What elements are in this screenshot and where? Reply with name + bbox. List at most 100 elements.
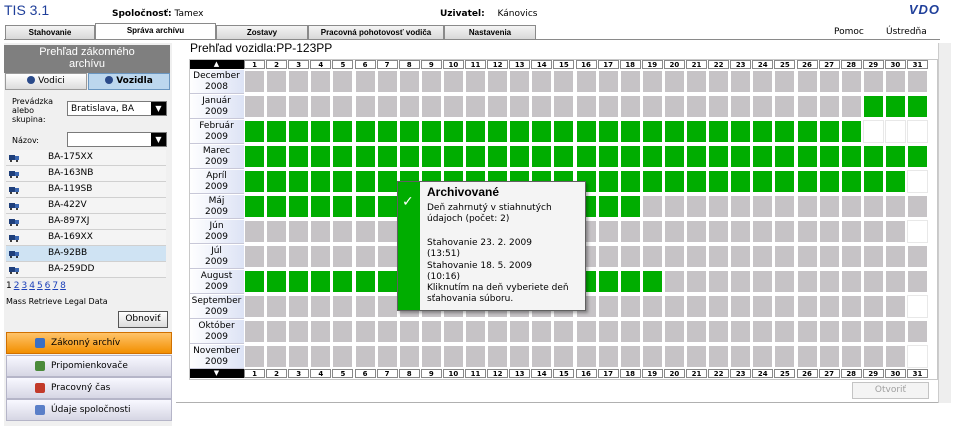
archived-day-cell[interactable] xyxy=(376,145,398,168)
day-cell[interactable] xyxy=(420,345,442,368)
archived-day-cell[interactable] xyxy=(686,120,707,143)
day-cell[interactable] xyxy=(442,345,464,368)
day-cell[interactable] xyxy=(818,345,840,368)
day-cell[interactable] xyxy=(818,195,840,218)
day-cell[interactable] xyxy=(266,95,288,118)
day-cell[interactable] xyxy=(862,295,884,318)
day-cell[interactable] xyxy=(708,95,730,118)
tab-nastavenia[interactable]: Nastavenia xyxy=(444,25,536,39)
day-cell[interactable] xyxy=(266,220,288,243)
day-cell[interactable] xyxy=(774,70,796,93)
archived-day-cell[interactable] xyxy=(752,145,774,168)
day-cell[interactable] xyxy=(686,295,707,318)
day-cell[interactable] xyxy=(487,70,509,93)
archived-day-cell[interactable] xyxy=(310,120,332,143)
day-cell[interactable] xyxy=(420,95,442,118)
archived-day-cell[interactable] xyxy=(266,195,288,218)
archived-day-cell[interactable] xyxy=(332,120,354,143)
day-cell[interactable] xyxy=(288,220,310,243)
day-cell[interactable] xyxy=(244,295,265,318)
archived-day-cell[interactable] xyxy=(332,145,354,168)
archived-day-cell[interactable] xyxy=(619,270,641,293)
day-cell[interactable] xyxy=(774,95,796,118)
vehicle-list-item[interactable]: BA-259DD xyxy=(6,262,166,278)
day-cell[interactable] xyxy=(575,320,597,343)
day-cell[interactable] xyxy=(663,195,685,218)
archived-day-cell[interactable] xyxy=(884,95,906,118)
open-button[interactable]: Otvoriť xyxy=(852,382,929,399)
page-link[interactable]: 3 xyxy=(21,281,27,291)
day-cell[interactable] xyxy=(774,245,796,268)
archived-day-cell[interactable] xyxy=(310,195,332,218)
day-cell[interactable] xyxy=(686,220,707,243)
day-cell[interactable] xyxy=(398,320,420,343)
day-cell[interactable] xyxy=(686,320,707,343)
day-cell[interactable] xyxy=(708,345,730,368)
day-cell[interactable] xyxy=(442,70,464,93)
archived-day-cell[interactable] xyxy=(266,145,288,168)
day-cell[interactable] xyxy=(465,345,486,368)
archived-day-cell[interactable] xyxy=(465,120,486,143)
day-cell[interactable] xyxy=(332,245,354,268)
day-cell[interactable] xyxy=(708,320,730,343)
archived-day-cell[interactable] xyxy=(597,120,619,143)
archived-day-cell[interactable] xyxy=(575,120,597,143)
archived-day-cell[interactable] xyxy=(354,270,376,293)
day-cell[interactable] xyxy=(354,245,376,268)
archived-day-cell[interactable] xyxy=(509,120,531,143)
day-cell[interactable] xyxy=(752,95,774,118)
day-cell[interactable] xyxy=(818,295,840,318)
day-cell[interactable] xyxy=(332,220,354,243)
menu-item[interactable]: Zákonný archív xyxy=(6,332,172,354)
day-cell[interactable] xyxy=(840,245,862,268)
day-cell[interactable] xyxy=(619,345,641,368)
vehicle-list-item[interactable]: BA-169XX xyxy=(6,230,166,246)
day-cell[interactable] xyxy=(575,95,597,118)
day-cell[interactable] xyxy=(619,295,641,318)
archived-day-cell[interactable] xyxy=(862,95,884,118)
day-cell[interactable] xyxy=(641,245,663,268)
day-cell[interactable] xyxy=(442,95,464,118)
archived-day-cell[interactable] xyxy=(818,145,840,168)
day-cell[interactable] xyxy=(730,70,752,93)
day-cell[interactable] xyxy=(575,70,597,93)
day-cell[interactable] xyxy=(465,320,486,343)
archived-day-cell[interactable] xyxy=(774,145,796,168)
day-cell[interactable] xyxy=(398,70,420,93)
tab-zostavy[interactable]: Zostavy xyxy=(216,25,308,39)
day-cell[interactable] xyxy=(862,70,884,93)
vehicles-button[interactable]: Vozidla xyxy=(88,73,170,90)
day-cell[interactable] xyxy=(708,220,730,243)
archived-day-cell[interactable] xyxy=(310,145,332,168)
day-cell[interactable] xyxy=(553,345,575,368)
day-cell[interactable] xyxy=(686,245,707,268)
archived-day-cell[interactable] xyxy=(531,120,553,143)
archived-day-cell[interactable] xyxy=(597,170,619,193)
day-cell[interactable] xyxy=(553,320,575,343)
archived-day-cell[interactable] xyxy=(354,120,376,143)
day-cell[interactable] xyxy=(310,295,332,318)
day-cell[interactable] xyxy=(619,320,641,343)
day-cell[interactable] xyxy=(840,270,862,293)
archived-day-cell[interactable] xyxy=(597,195,619,218)
archived-day-cell[interactable] xyxy=(487,145,509,168)
day-cell[interactable] xyxy=(884,245,906,268)
archived-day-cell[interactable] xyxy=(575,145,597,168)
archived-day-cell[interactable] xyxy=(376,270,398,293)
archived-day-cell[interactable] xyxy=(686,145,707,168)
day-cell[interactable] xyxy=(376,320,398,343)
archived-day-cell[interactable] xyxy=(266,270,288,293)
vehicle-list-item[interactable]: BA-175XX xyxy=(6,150,166,166)
archived-day-cell[interactable] xyxy=(465,145,486,168)
day-cell[interactable] xyxy=(796,270,818,293)
day-cell[interactable] xyxy=(597,220,619,243)
headquarters-link[interactable]: Ústredňa xyxy=(886,27,927,37)
day-cell[interactable] xyxy=(796,295,818,318)
archived-day-cell[interactable] xyxy=(663,145,685,168)
day-cell[interactable] xyxy=(288,295,310,318)
day-cell[interactable] xyxy=(266,320,288,343)
day-cell[interactable] xyxy=(663,295,685,318)
archived-day-cell[interactable] xyxy=(752,120,774,143)
day-cell[interactable] xyxy=(531,95,553,118)
archived-day-cell[interactable] xyxy=(774,170,796,193)
